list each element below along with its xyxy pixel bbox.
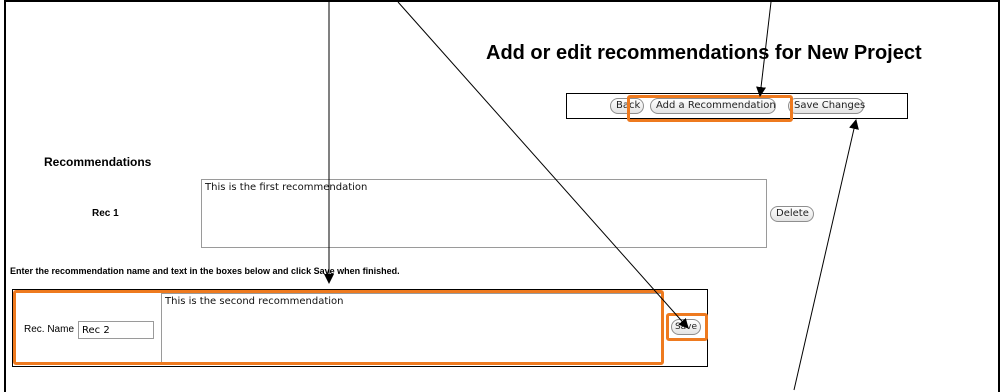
arrow-to-save-changes xyxy=(793,119,859,391)
arrow-to-add-button xyxy=(756,1,772,97)
annotation-arrows xyxy=(324,1,859,391)
arrow-to-save-button xyxy=(397,1,689,329)
